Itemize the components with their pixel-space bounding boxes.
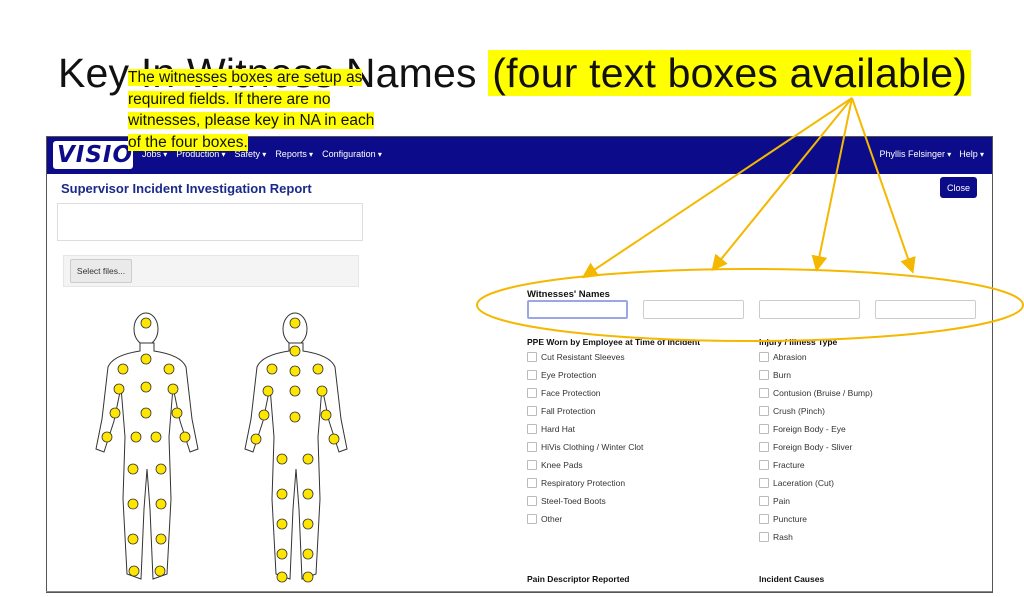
pain-heading: Pain Descriptor Reported (527, 574, 630, 584)
injury-checkbox[interactable] (759, 514, 769, 524)
ppe-checkbox-list: Cut Resistant Sleeves Eye Protection Face … (527, 348, 643, 528)
close-button[interactable]: Close (940, 177, 977, 198)
upload-drop-area[interactable] (57, 203, 363, 241)
user-menu[interactable]: Phyllis Felsinger (879, 149, 951, 159)
ppe-heading: PPE Worn by Employee at Time of Incident (527, 337, 701, 347)
ppe-option[interactable]: HiVis Clothing / Winter Clot (527, 438, 643, 456)
nav-right: Phyllis Felsinger Help (879, 149, 984, 159)
ppe-option[interactable]: Hard Hat (527, 420, 643, 438)
ppe-option-label: HiVis Clothing / Winter Clot (541, 442, 644, 452)
injury-checkbox[interactable] (759, 478, 769, 488)
ppe-checkbox[interactable] (527, 406, 537, 416)
ppe-option-label: Cut Resistant Sleeves (541, 352, 625, 362)
ppe-checkbox[interactable] (527, 496, 537, 506)
ppe-option[interactable]: Other (527, 510, 643, 528)
injury-option[interactable]: Burn (759, 366, 873, 384)
injury-option[interactable]: Foreign Body - Sliver (759, 438, 873, 456)
ppe-option-label: Respiratory Protection (541, 478, 626, 488)
injury-option[interactable]: Laceration (Cut) (759, 474, 873, 492)
ppe-option[interactable]: Eye Protection (527, 366, 643, 384)
ppe-option-label: Eye Protection (541, 370, 597, 380)
injury-option-label: Foreign Body - Eye (773, 424, 846, 434)
injury-checkbox[interactable] (759, 532, 769, 542)
ppe-checkbox[interactable] (527, 478, 537, 488)
upload-panel: Select files... (63, 255, 359, 287)
ppe-checkbox[interactable] (527, 460, 537, 470)
injury-option-label: Fracture (773, 460, 805, 470)
injury-option[interactable]: Fracture (759, 456, 873, 474)
injury-checkbox[interactable] (759, 496, 769, 506)
body-front-outline (95, 312, 199, 580)
injury-option[interactable]: Foreign Body - Eye (759, 420, 873, 438)
injury-option-label: Laceration (Cut) (773, 478, 834, 488)
ppe-option-label: Knee Pads (541, 460, 583, 470)
ppe-option-label: Steel-Toed Boots (541, 496, 606, 506)
injury-option-label: Contusion (Bruise / Bump) (773, 388, 873, 398)
note-line-1: The witnesses boxes are setup as (128, 69, 363, 86)
injury-checkbox[interactable] (759, 442, 769, 452)
ppe-option-label: Hard Hat (541, 424, 576, 434)
note-line-2: required fields. If there are no (128, 90, 331, 108)
injury-checkbox[interactable] (759, 352, 769, 362)
injury-checkbox-list: Abrasion Burn Contusion (Bruise / Bump) Cru… (759, 348, 873, 546)
note-line-3: witnesses, please key in NA in each (128, 112, 375, 129)
ppe-checkbox[interactable] (527, 388, 537, 398)
injury-heading: Injury / Illness Type (759, 337, 838, 347)
ppe-option-label: Face Protection (541, 388, 601, 398)
injury-option-label: Pain (773, 496, 791, 506)
ppe-option[interactable]: Respiratory Protection (527, 474, 643, 492)
ppe-checkbox[interactable] (527, 424, 537, 434)
ppe-option[interactable]: Face Protection (527, 384, 643, 402)
injury-option[interactable]: Contusion (Bruise / Bump) (759, 384, 873, 402)
select-files-button[interactable]: Select files... (70, 259, 132, 283)
injury-option[interactable]: Crush (Pinch) (759, 402, 873, 420)
injury-option[interactable]: Pain (759, 492, 873, 510)
injury-checkbox[interactable] (759, 424, 769, 434)
injury-option[interactable]: Puncture (759, 510, 873, 528)
vision-logo[interactable]: VISION (53, 141, 152, 169)
witnesses-label: Witnesses' Names (527, 289, 610, 300)
witness-name-2[interactable] (643, 300, 744, 319)
causes-heading: Incident Causes (759, 574, 825, 584)
ppe-option[interactable]: Fall Protection (527, 402, 643, 420)
injury-checkbox[interactable] (759, 460, 769, 470)
app-window: VISION Jobs Production Safety Reports Co… (46, 136, 993, 593)
injury-checkbox[interactable] (759, 370, 769, 380)
injury-option-label: Foreign Body - Sliver (773, 442, 853, 452)
witness-name-3[interactable] (759, 300, 860, 319)
ppe-checkbox[interactable] (527, 514, 537, 524)
help-menu[interactable]: Help (959, 149, 984, 159)
ppe-checkbox[interactable] (527, 370, 537, 380)
report-title: Supervisor Incident Investigation Report (61, 181, 312, 196)
ppe-option[interactable]: Knee Pads (527, 456, 643, 474)
note-line-4: of the four boxes. (128, 133, 248, 151)
witness-name-4[interactable] (875, 300, 976, 319)
ppe-option[interactable]: Steel-Toed Boots (527, 492, 643, 510)
injury-option-label: Rash (773, 532, 793, 542)
injury-option-label: Burn (773, 370, 791, 380)
bottom-rule (46, 591, 992, 592)
injury-checkbox[interactable] (759, 388, 769, 398)
injury-option-label: Crush (Pinch) (773, 406, 825, 416)
ppe-checkbox[interactable] (527, 352, 537, 362)
slide-title-note: (four text boxes available) (488, 50, 972, 96)
ppe-option[interactable]: Cut Resistant Sleeves (527, 348, 643, 366)
instruction-note: The witnesses boxes are setup as require… (128, 67, 428, 153)
ppe-checkbox[interactable] (527, 442, 537, 452)
injury-option[interactable]: Abrasion (759, 348, 873, 366)
injury-option-label: Puncture (773, 514, 808, 524)
ppe-option-label: Fall Protection (541, 406, 596, 416)
injury-option-label: Abrasion (773, 352, 807, 362)
injury-option[interactable]: Rash (759, 528, 873, 546)
body-diagram (95, 312, 348, 583)
witness-name-1[interactable] (527, 300, 628, 319)
injury-checkbox[interactable] (759, 406, 769, 416)
ppe-option-label: Other (541, 514, 563, 524)
